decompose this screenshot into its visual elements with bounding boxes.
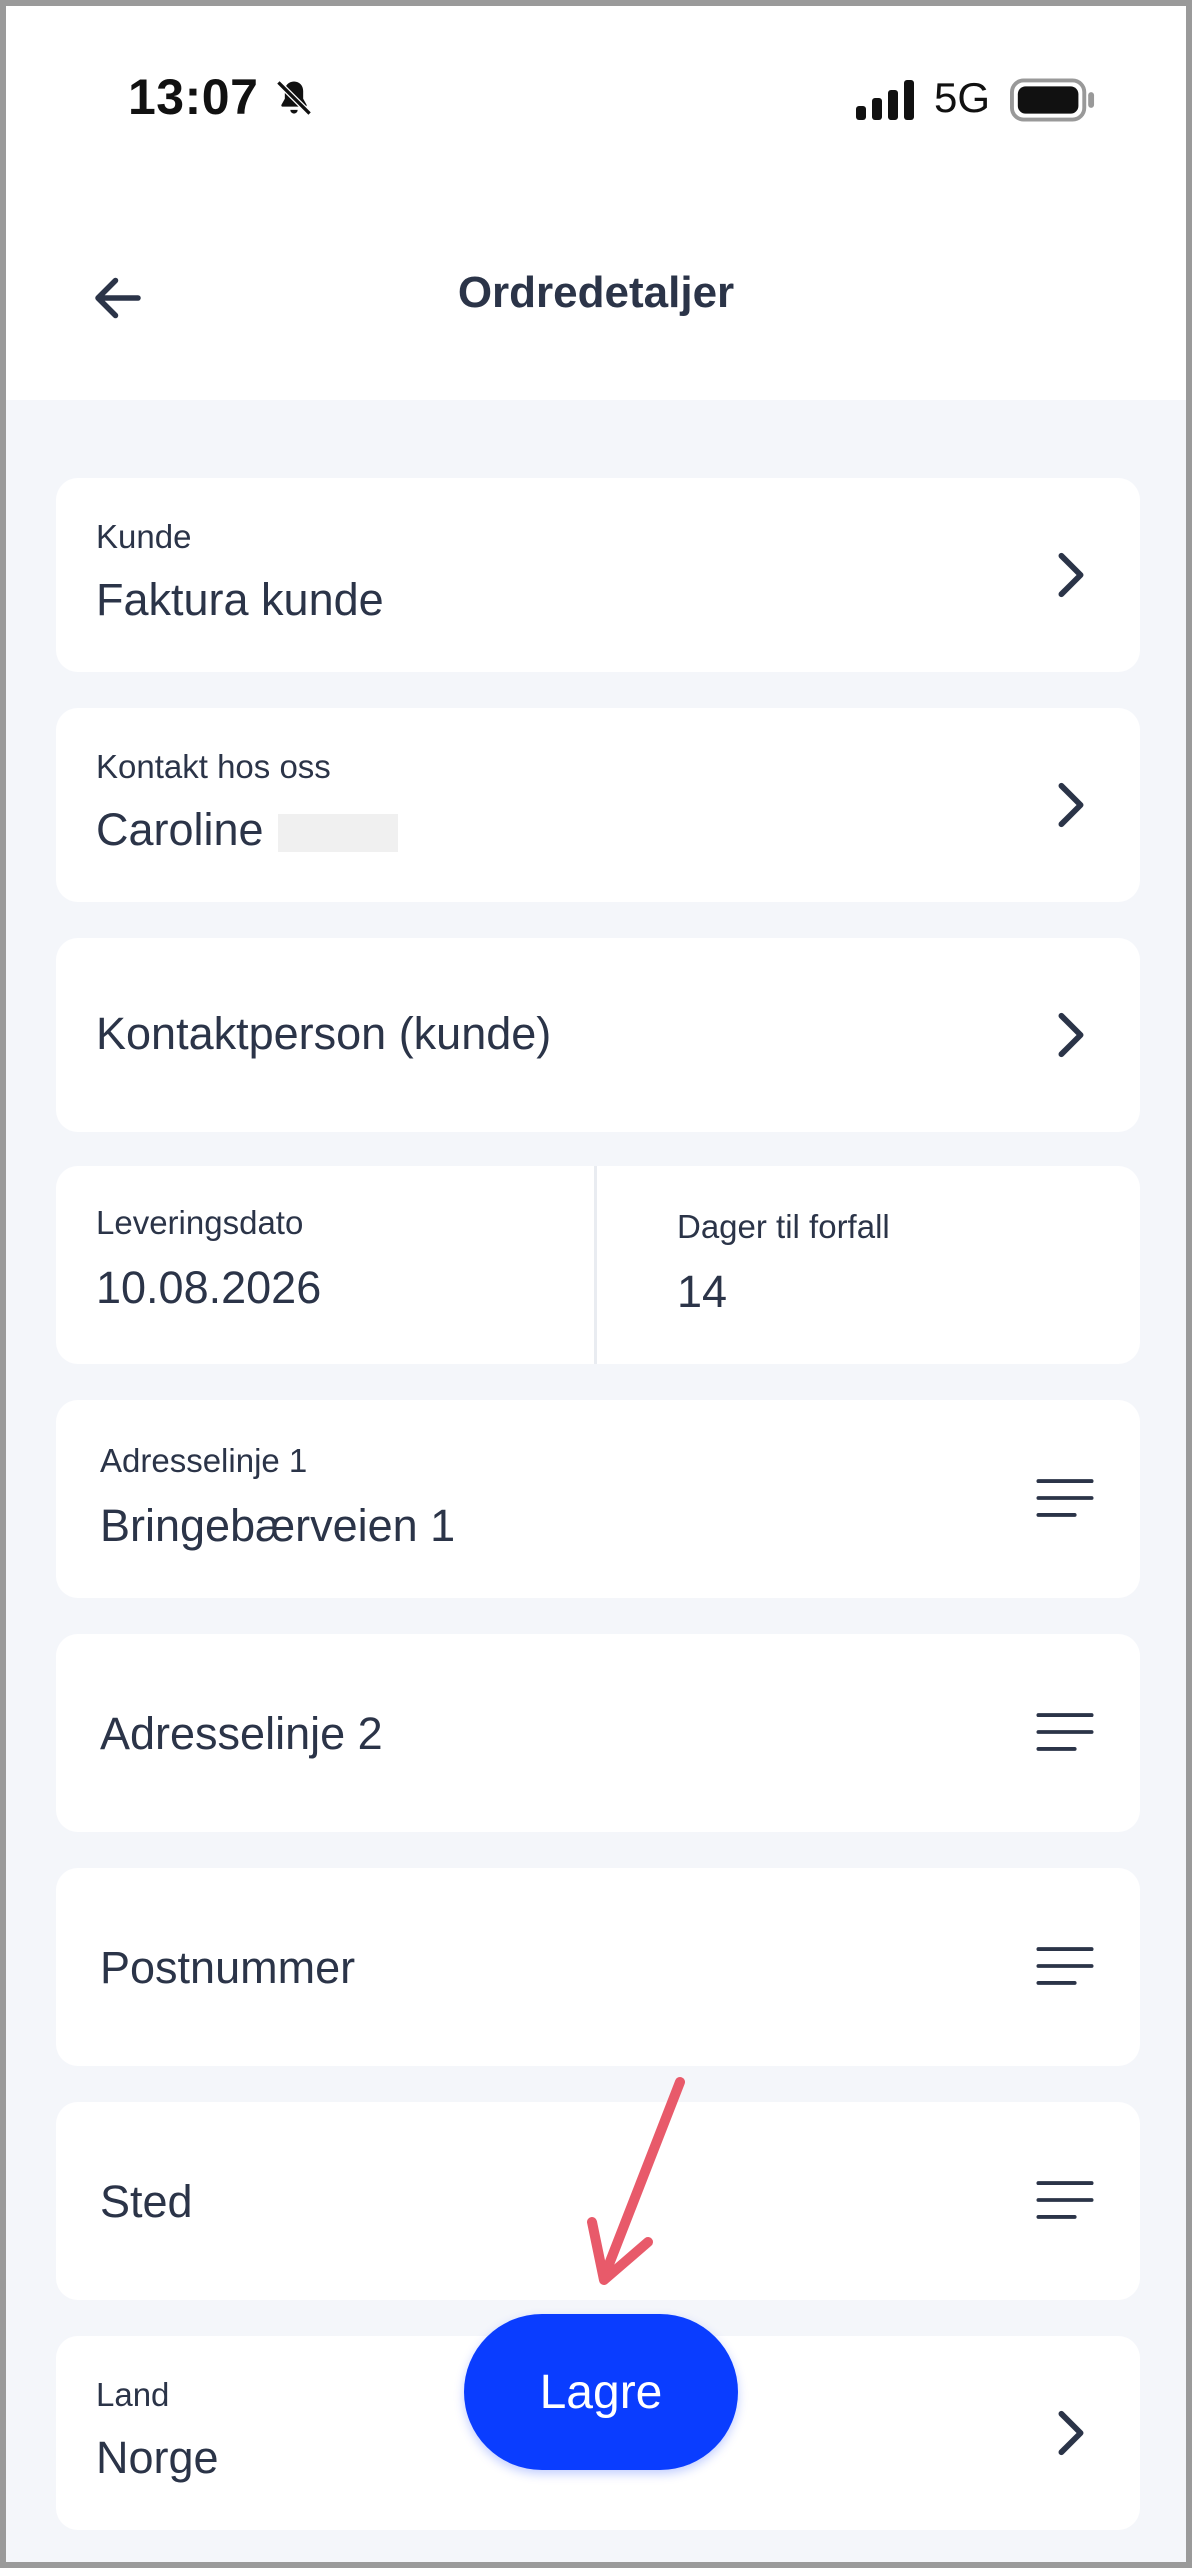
text-lines-icon	[1036, 2181, 1094, 2219]
delivery-date-label: Leveringsdato	[96, 1204, 304, 1241]
text-lines-icon	[1036, 1947, 1094, 1985]
text-lines-icon	[1036, 1713, 1094, 1751]
payment-terms-label: Dager til forfall	[677, 1208, 890, 1245]
address-line-2-label: Adresselinje 2	[100, 1708, 383, 1759]
customer-contact-label: Kontaktperson (kunde)	[96, 1008, 552, 1059]
network-type: 5G	[934, 74, 991, 121]
address-line-1-value: Bringebærveien 1	[100, 1500, 456, 1551]
customer-label: Kunde	[96, 518, 192, 555]
delivery-date-field[interactable]: Leveringsdato 10.08.2026	[56, 1166, 594, 1364]
postal-code-label: Postnummer	[100, 1942, 356, 1993]
address-line-1-field[interactable]: Adresselinje 1 Bringebærveien 1	[56, 1400, 1140, 1598]
address-line-1-label: Adresselinje 1	[100, 1442, 308, 1479]
bell-off-icon	[276, 80, 312, 116]
city-label: Sted	[100, 2176, 193, 2227]
delivery-date-value: 10.08.2026	[96, 1262, 322, 1313]
header: 13:07 5G Ordredetaljer	[6, 6, 1186, 400]
chevron-right-icon	[1058, 1012, 1084, 1058]
chevron-right-icon	[1058, 552, 1084, 598]
postal-code-field[interactable]: Postnummer	[56, 1868, 1140, 2066]
our-contact-label: Kontakt hos oss	[96, 748, 331, 785]
our-contact-field[interactable]: Kontakt hos oss Caroline	[56, 708, 1140, 902]
country-value: Norge	[96, 2432, 219, 2483]
payment-terms-value: 14	[677, 1266, 728, 1317]
our-contact-name: Caroline	[96, 804, 264, 855]
payment-terms-field[interactable]: Dager til forfall 14	[597, 1166, 1140, 1364]
customer-contact-field[interactable]: Kontaktperson (kunde)	[56, 938, 1140, 1132]
date-terms-row: Leveringsdato 10.08.2026 Dager til forfa…	[56, 1166, 1140, 1364]
signal-icon	[856, 80, 914, 120]
annotation-arrow-icon	[587, 2077, 685, 2285]
save-button[interactable]: Lagre	[464, 2314, 738, 2470]
status-time: 13:07	[128, 69, 259, 125]
chevron-right-icon	[1058, 782, 1084, 828]
our-contact-value: Caroline	[96, 804, 398, 856]
text-lines-icon	[1036, 1479, 1094, 1517]
country-label: Land	[96, 2376, 170, 2413]
customer-field[interactable]: Kunde Faktura kunde	[56, 478, 1140, 672]
redacted-surname	[277, 814, 398, 853]
app-screen: 13:07 5G Ordredetaljer Kunde Faktura kun…	[0, 0, 1192, 2568]
customer-value: Faktura kunde	[96, 574, 384, 625]
page-title: Ordredetaljer	[457, 268, 735, 317]
chevron-right-icon	[1058, 2410, 1084, 2456]
battery-icon	[1010, 78, 1095, 122]
address-line-2-field[interactable]: Adresselinje 2	[56, 1634, 1140, 1832]
